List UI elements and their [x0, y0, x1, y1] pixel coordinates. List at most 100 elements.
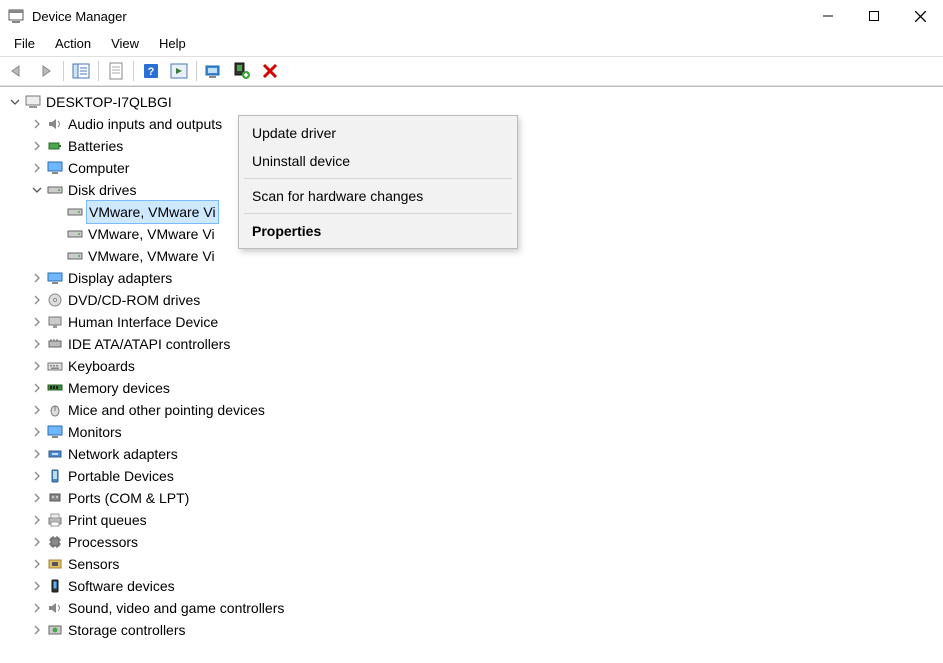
add-legacy-toolbar-button[interactable] — [229, 59, 255, 83]
app-icon — [8, 8, 24, 24]
category-label: Processors — [68, 531, 138, 553]
disk-icon — [66, 203, 84, 221]
speaker-icon — [46, 599, 64, 617]
chevron-right-icon[interactable] — [30, 139, 44, 153]
chevron-right-icon[interactable] — [30, 535, 44, 549]
monitor-icon — [46, 423, 64, 441]
category-label: Batteries — [68, 135, 123, 157]
controller-icon — [46, 335, 64, 353]
category-software[interactable]: Software devices — [4, 575, 943, 597]
menu-view[interactable]: View — [103, 34, 147, 53]
category-keyboards[interactable]: Keyboards — [4, 355, 943, 377]
memory-icon — [46, 379, 64, 397]
category-portable[interactable]: Portable Devices — [4, 465, 943, 487]
category-network[interactable]: Network adapters — [4, 443, 943, 465]
software-device-icon — [46, 577, 64, 595]
menu-action[interactable]: Action — [47, 34, 99, 53]
chevron-right-icon[interactable] — [30, 601, 44, 615]
context-menu-scan-hardware[interactable]: Scan for hardware changes — [242, 182, 514, 210]
category-hid[interactable]: Human Interface Device — [4, 311, 943, 333]
properties-toolbar-button[interactable] — [103, 59, 129, 83]
category-display[interactable]: Display adapters — [4, 267, 943, 289]
category-label: Network adapters — [68, 443, 178, 465]
category-label: Software devices — [68, 575, 175, 597]
tree-root[interactable]: DESKTOP-I7QLBGI — [4, 91, 943, 113]
chevron-right-icon[interactable] — [30, 315, 44, 329]
back-button[interactable] — [5, 59, 31, 83]
chevron-right-icon[interactable] — [30, 469, 44, 483]
category-storage[interactable]: Storage controllers — [4, 619, 943, 641]
category-label: Human Interface Device — [68, 311, 218, 333]
action-toolbar-button[interactable] — [166, 59, 192, 83]
chevron-right-icon[interactable] — [30, 293, 44, 307]
keyboard-icon — [46, 357, 64, 375]
category-label: Keyboards — [68, 355, 135, 377]
chevron-right-icon[interactable] — [30, 623, 44, 637]
show-hide-tree-button[interactable] — [68, 59, 94, 83]
disk-icon — [46, 181, 64, 199]
cpu-icon — [46, 533, 64, 551]
menu-help[interactable]: Help — [151, 34, 194, 53]
category-mice[interactable]: Mice and other pointing devices — [4, 399, 943, 421]
chevron-right-icon[interactable] — [30, 403, 44, 417]
toolbar-sep — [63, 61, 64, 81]
hid-icon — [46, 313, 64, 331]
category-dvd[interactable]: DVD/CD-ROM drives — [4, 289, 943, 311]
chevron-right-icon[interactable] — [30, 513, 44, 527]
category-label: IDE ATA/ATAPI controllers — [68, 333, 230, 355]
chevron-down-icon[interactable] — [30, 183, 44, 197]
mouse-icon — [46, 401, 64, 419]
tree-root-label: DESKTOP-I7QLBGI — [46, 91, 172, 113]
category-label: Sensors — [68, 553, 119, 575]
menu-file[interactable]: File — [6, 34, 43, 53]
sensor-icon — [46, 555, 64, 573]
chevron-right-icon[interactable] — [30, 117, 44, 131]
chevron-right-icon[interactable] — [30, 557, 44, 571]
category-ports[interactable]: Ports (COM & LPT) — [4, 487, 943, 509]
chevron-right-icon[interactable] — [30, 381, 44, 395]
category-label: Sound, video and game controllers — [68, 597, 284, 619]
help-toolbar-button[interactable]: ? — [138, 59, 164, 83]
dvd-icon — [46, 291, 64, 309]
minimize-button[interactable] — [805, 0, 851, 32]
monitor-icon — [46, 159, 64, 177]
chevron-right-icon[interactable] — [30, 161, 44, 175]
computer-icon — [24, 93, 42, 111]
context-menu-properties[interactable]: Properties — [242, 217, 514, 245]
chevron-right-icon[interactable] — [30, 337, 44, 351]
context-menu-uninstall-device[interactable]: Uninstall device — [242, 147, 514, 175]
chevron-down-icon[interactable] — [8, 95, 22, 109]
chevron-right-icon[interactable] — [30, 579, 44, 593]
category-sound[interactable]: Sound, video and game controllers — [4, 597, 943, 619]
uninstall-toolbar-button[interactable] — [257, 59, 283, 83]
close-button[interactable] — [897, 0, 943, 32]
chevron-right-icon[interactable] — [30, 359, 44, 373]
category-processors[interactable]: Processors — [4, 531, 943, 553]
port-icon — [46, 489, 64, 507]
toolbar-sep — [98, 61, 99, 81]
category-ide[interactable]: IDE ATA/ATAPI controllers — [4, 333, 943, 355]
category-sensors[interactable]: Sensors — [4, 553, 943, 575]
category-label: Display adapters — [68, 267, 172, 289]
chevron-right-icon[interactable] — [30, 271, 44, 285]
category-memory[interactable]: Memory devices — [4, 377, 943, 399]
chevron-right-icon[interactable] — [30, 447, 44, 461]
display-adapter-icon — [46, 269, 64, 287]
toolbar: ? — [0, 56, 943, 86]
context-menu-sep — [244, 178, 512, 179]
maximize-button[interactable] — [851, 0, 897, 32]
context-menu-update-driver[interactable]: Update driver — [242, 119, 514, 147]
category-label: Storage controllers — [68, 619, 186, 641]
titlebar: Device Manager — [0, 0, 943, 32]
scan-hardware-toolbar-button[interactable] — [201, 59, 227, 83]
category-monitors[interactable]: Monitors — [4, 421, 943, 443]
category-print-queues[interactable]: Print queues — [4, 509, 943, 531]
forward-button[interactable] — [33, 59, 59, 83]
category-label: Disk drives — [68, 179, 136, 201]
category-label: Print queues — [68, 509, 147, 531]
battery-icon — [46, 137, 64, 155]
menubar: File Action View Help — [0, 32, 943, 56]
toolbar-sep — [196, 61, 197, 81]
chevron-right-icon[interactable] — [30, 425, 44, 439]
chevron-right-icon[interactable] — [30, 491, 44, 505]
